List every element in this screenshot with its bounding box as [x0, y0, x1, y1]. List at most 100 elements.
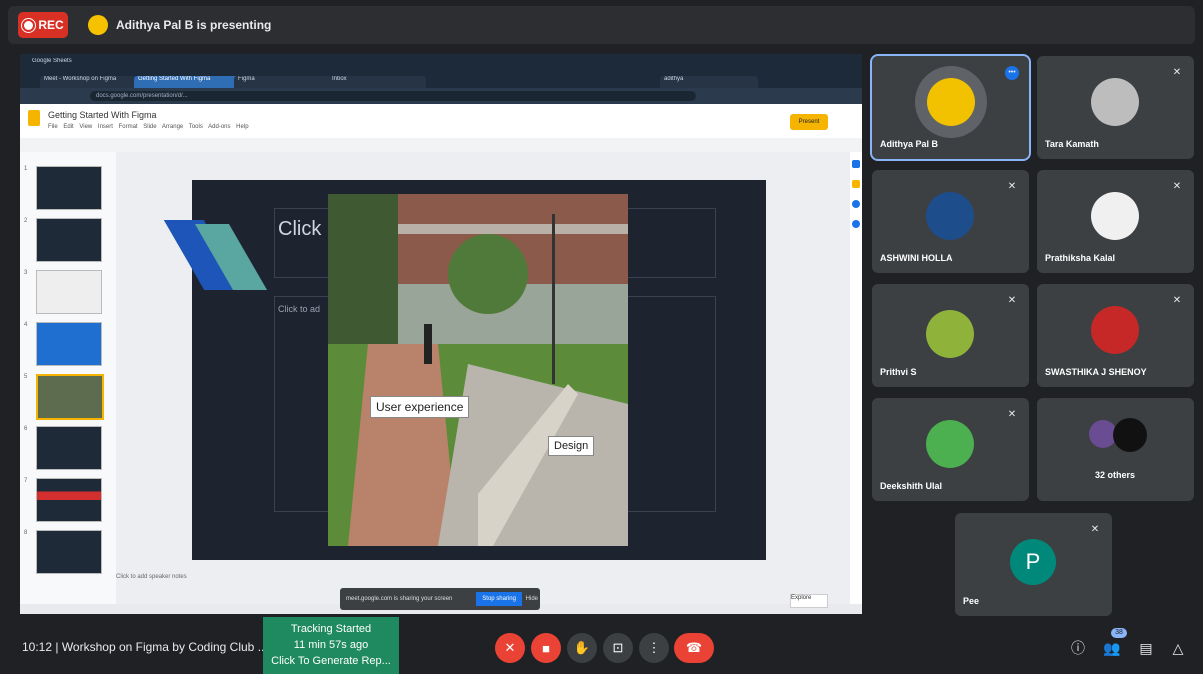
end-call-button[interactable]: ☎ [674, 633, 714, 663]
avatar [926, 310, 974, 358]
slides-header: Getting Started With Figma File Edit Vie… [20, 104, 862, 152]
screen-share-bar: meet.google.com is sharing your screen S… [340, 588, 540, 610]
tracking-line[interactable]: Click To Generate Rep... [263, 653, 399, 669]
slide-subtitle: Click to ad [278, 304, 321, 314]
mic-off-icon: ✕ [1090, 524, 1100, 535]
slide-thumbnail[interactable] [36, 426, 102, 470]
slides-toolbar [20, 138, 862, 152]
tracking-line: Tracking Started [290, 623, 372, 635]
participant-name: ASHWINI HOLLA [880, 253, 953, 263]
slide-number: 2 [24, 218, 28, 224]
slide-thumbnail[interactable] [36, 218, 102, 262]
browser-tab[interactable]: adithya [660, 76, 758, 88]
doc-menu[interactable]: File Edit View Insert Format Slide Arran… [48, 124, 249, 130]
activities-icon[interactable]: △ [1168, 638, 1188, 658]
slides-logo-icon [28, 110, 40, 126]
slide-number: 6 [24, 426, 28, 432]
avatar [1091, 306, 1139, 354]
browser-window-title: Google Sheets [32, 58, 72, 64]
mic-off-icon: ✕ [1007, 409, 1017, 420]
calendar-icon[interactable] [852, 160, 860, 168]
explore-button[interactable]: Explore [790, 594, 828, 608]
tracking-line: 11 min 57s ago [293, 639, 369, 651]
more-options-button[interactable]: ⋮ [639, 633, 669, 663]
others-count: 32 others [1095, 470, 1136, 480]
top-bar: REC Adithya Pal B is presenting [8, 6, 1195, 44]
raise-hand-button[interactable]: ✋ [567, 633, 597, 663]
participant-name: SWASTHIKA J SHENOY [1045, 367, 1147, 377]
participant-name: Deekshith Ulal [880, 481, 943, 491]
tracking-widget[interactable]: Tracking Started 11 min 57s ago Click To… [263, 617, 399, 674]
photo-label-ux: User experience [370, 396, 470, 418]
slide-photo[interactable]: User experience Design [328, 194, 628, 546]
mic-off-icon: ✕ [1172, 67, 1182, 78]
slide-number: 8 [24, 530, 28, 536]
slide-thumbnail-selected[interactable] [36, 374, 104, 420]
slide-thumbnail[interactable] [36, 166, 102, 210]
avatar [1113, 418, 1147, 452]
participant-tile[interactable]: ✕ Prathiksha Kalal [1037, 170, 1194, 273]
hide-share-button[interactable]: Hide [526, 596, 538, 602]
avatar [915, 66, 987, 138]
tasks-icon[interactable] [852, 200, 860, 208]
slide-thumbnail[interactable] [36, 322, 102, 366]
participant-tile[interactable]: ✕ Prithvi S [872, 284, 1029, 387]
url-field[interactable]: docs.google.com/presentation/d/... [90, 91, 696, 101]
mic-off-button[interactable]: ✕ [495, 633, 525, 663]
slide-number: 7 [24, 478, 28, 484]
mic-off-icon: ✕ [1172, 295, 1182, 306]
others-tile[interactable]: 32 others [1037, 398, 1194, 501]
participant-tile[interactable]: ✕ ASHWINI HOLLA [872, 170, 1029, 273]
photo-label-design: Design [548, 436, 595, 456]
chat-icon[interactable]: ▤ [1136, 638, 1156, 658]
presenter-avatar-icon [88, 15, 108, 35]
address-bar: docs.google.com/presentation/d/... [20, 88, 862, 104]
slide-title: Click [278, 218, 322, 240]
browser-tab-active[interactable]: Getting Started With Figma [134, 76, 238, 88]
presenter-text: Adithya Pal B is presenting [116, 18, 272, 32]
contacts-icon[interactable] [852, 220, 860, 228]
recording-badge: REC [18, 12, 68, 38]
avatar [926, 192, 974, 240]
participant-name: Tara Kamath [1045, 139, 1099, 149]
speaker-notes[interactable]: Click to add speaker notes [116, 574, 187, 580]
browser-tab[interactable]: Meet - Workshop on Figma [40, 76, 138, 88]
participant-tile[interactable]: P ✕ Pee [955, 513, 1112, 616]
participant-tile[interactable]: ✕ Deekshith Ulal [872, 398, 1029, 501]
info-icon[interactable]: ⓘ [1068, 638, 1088, 658]
keep-icon[interactable] [852, 180, 860, 188]
record-icon [22, 18, 36, 32]
avatar-initial: P [1010, 539, 1056, 585]
participant-tile[interactable]: ✕ Tara Kamath [1037, 56, 1194, 159]
participant-name: Pee [963, 596, 980, 606]
avatar-image [927, 78, 975, 126]
present-screen-button[interactable]: ⊡ [603, 633, 633, 663]
slide-number: 3 [24, 270, 28, 276]
park-path-image [328, 194, 628, 546]
participant-name: Adithya Pal B [880, 139, 939, 149]
slide-thumbnails: 1 2 3 4 5 6 7 8 [20, 152, 116, 604]
people-icon[interactable]: 👥 [1102, 638, 1122, 658]
browser-tab-strip: Google Sheets Meet - Workshop on Figma G… [20, 54, 862, 88]
avatar [1091, 192, 1139, 240]
rec-label: REC [38, 18, 64, 32]
share-text: meet.google.com is sharing your screen [346, 596, 453, 602]
slide-number: 4 [24, 322, 28, 328]
avatar [926, 420, 974, 468]
browser-tab[interactable]: Inbox [328, 76, 426, 88]
present-button[interactable]: Present [790, 114, 828, 130]
doc-title[interactable]: Getting Started With Figma [48, 110, 157, 120]
participant-tile[interactable]: ••• Adithya Pal B [870, 54, 1031, 161]
shared-screen: Google Sheets Meet - Workshop on Figma G… [20, 54, 862, 614]
camera-off-button[interactable]: ■ [531, 633, 561, 663]
slide-thumbnail[interactable] [36, 530, 102, 574]
slide-number: 1 [24, 166, 28, 172]
participant-tile[interactable]: ✕ SWASTHIKA J SHENOY [1037, 284, 1194, 387]
slide-thumbnail[interactable] [36, 478, 102, 522]
meeting-info: 10:12 | Workshop on Figma by Coding Club… [22, 640, 268, 654]
browser-tab[interactable]: Figma [234, 76, 332, 88]
slide-thumbnail[interactable] [36, 270, 102, 314]
participant-name: Prathiksha Kalal [1045, 253, 1116, 263]
stop-sharing-button[interactable]: Stop sharing [476, 592, 522, 606]
mic-off-icon: ✕ [1172, 181, 1182, 192]
